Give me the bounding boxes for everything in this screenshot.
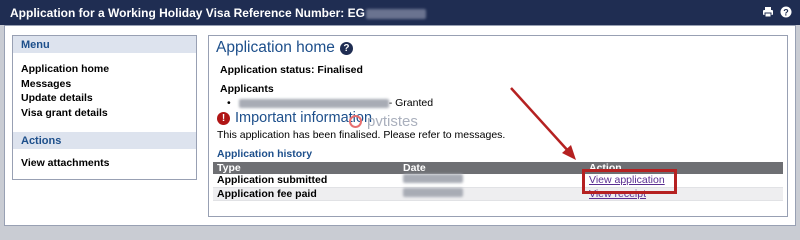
- column-header-date: Date: [399, 162, 585, 174]
- reference-number-redacted: [365, 8, 426, 19]
- application-status: Application status: Finalised: [220, 64, 363, 76]
- svg-text:?: ?: [783, 7, 789, 17]
- watermark: pvtistes: [349, 113, 418, 130]
- page-title: Application home ?: [216, 39, 353, 57]
- date-redacted: [403, 174, 463, 184]
- sidebar-item-messages[interactable]: Messages: [21, 78, 109, 93]
- applicants-heading: Applicants: [220, 83, 274, 95]
- titlebar-icons: ?: [762, 6, 792, 18]
- history-heading: Application history: [217, 148, 313, 160]
- applicant-item: • - Granted: [227, 97, 433, 109]
- sidebar-item-visa-grant-details[interactable]: Visa grant details: [21, 107, 109, 122]
- watermark-logo-icon: [349, 115, 362, 128]
- main-panel: Application home ? Application status: F…: [208, 35, 788, 217]
- table-row: Application fee paid View receipt: [213, 187, 783, 201]
- menu-heading: Menu: [13, 36, 196, 53]
- bullet-icon: •: [227, 97, 231, 109]
- history-table: Type Date Action Application submitted V…: [213, 162, 783, 201]
- date-redacted: [403, 187, 463, 197]
- sidebar: Menu Application home Messages Update de…: [12, 35, 197, 180]
- titlebar-title: Application for a Working Holiday Visa R…: [10, 6, 426, 20]
- column-header-type: Type: [213, 162, 399, 174]
- menu-list: Application home Messages Update details…: [21, 63, 109, 121]
- finalised-message: This application has been finalised. Ple…: [217, 129, 506, 141]
- sidebar-item-update-details[interactable]: Update details: [21, 92, 109, 107]
- sidebar-item-view-attachments[interactable]: View attachments: [21, 157, 110, 169]
- applicant-status: - Granted: [388, 97, 434, 109]
- annotation-highlight-box: [582, 169, 677, 194]
- row-date: [399, 174, 585, 188]
- print-icon[interactable]: [762, 6, 774, 18]
- row-date: [399, 187, 585, 201]
- watermark-text: pvtistes: [367, 113, 418, 130]
- sidebar-item-application-home[interactable]: Application home: [21, 63, 109, 78]
- row-type: Application submitted: [213, 174, 399, 188]
- page-title-text: Application home: [216, 39, 335, 56]
- row-type: Application fee paid: [213, 187, 399, 201]
- history-header-row: Type Date Action: [213, 162, 783, 174]
- window-titlebar: Application for a Working Holiday Visa R…: [0, 0, 800, 25]
- help-icon[interactable]: ?: [780, 6, 792, 18]
- alert-icon: !: [217, 111, 230, 125]
- titlebar-title-text: Application for a Working Holiday Visa R…: [10, 6, 365, 20]
- actions-heading: Actions: [13, 132, 196, 149]
- table-row: Application submitted View application: [213, 174, 783, 188]
- applicant-name-redacted: [238, 98, 389, 108]
- help-circle-icon[interactable]: ?: [339, 41, 353, 55]
